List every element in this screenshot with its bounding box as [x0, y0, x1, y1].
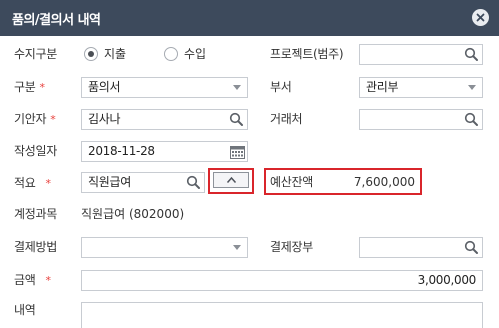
required-mark: *: [45, 177, 51, 190]
department-select[interactable]: 관리부: [359, 77, 483, 98]
radio-income-label: 수입: [184, 47, 207, 61]
account-label: 계정과목: [14, 207, 57, 221]
chevron-down-icon: [233, 245, 241, 250]
project-label: 프로젝트(범주): [270, 47, 344, 61]
dialog-title: 품의/결의서 내역: [12, 13, 101, 28]
radio-expense-label: 지출: [104, 47, 127, 61]
amount-label: 금액 *: [14, 270, 51, 290]
chevron-down-icon: [233, 85, 241, 90]
summary-label: 적요 *: [14, 173, 51, 193]
details-label: 내역: [14, 303, 36, 317]
search-icon[interactable]: [186, 175, 201, 190]
summary-field[interactable]: 직원급여: [81, 172, 205, 193]
department-label: 부서: [270, 80, 292, 94]
payment-method-label: 결제방법: [14, 240, 57, 254]
required-mark: *: [45, 274, 51, 287]
search-icon[interactable]: [464, 240, 479, 255]
date-field[interactable]: 2018-11-28: [81, 141, 248, 162]
category-label-text: 구분: [14, 80, 36, 94]
required-mark: *: [39, 81, 45, 94]
vendor-field[interactable]: [359, 109, 483, 130]
category-value: 품의서: [88, 80, 121, 94]
payment-ledger-field[interactable]: [359, 237, 483, 258]
amount-value: 3,000,000: [417, 273, 477, 287]
radio-expense[interactable]: [84, 47, 98, 61]
details-textarea[interactable]: [81, 302, 483, 328]
calendar-icon[interactable]: [230, 145, 245, 160]
category-select[interactable]: 품의서: [81, 77, 248, 98]
department-value: 관리부: [366, 80, 399, 94]
radio-income[interactable]: [164, 47, 178, 61]
payment-method-select[interactable]: [81, 237, 248, 258]
chevron-up-icon: [226, 176, 237, 183]
project-field[interactable]: [359, 44, 483, 65]
search-icon[interactable]: [229, 112, 244, 127]
amount-field[interactable]: 3,000,000: [81, 270, 483, 291]
amount-label-text: 금액: [14, 273, 36, 287]
dialog-titlebar: 품의/결의서 내역: [0, 0, 499, 36]
account-value: 직원급여 (802000): [81, 207, 185, 221]
drafter-value: 김사나: [88, 112, 121, 126]
date-label: 작성일자: [14, 144, 57, 158]
date-value: 2018-11-28: [88, 144, 155, 158]
drafter-label: 기안자 *: [14, 109, 56, 129]
vendor-label: 거래처: [270, 112, 303, 126]
search-icon[interactable]: [464, 112, 479, 127]
search-icon[interactable]: [464, 47, 479, 62]
category-label: 구분 *: [14, 77, 45, 97]
summary-value: 직원급여: [88, 175, 131, 189]
required-mark: *: [50, 113, 56, 126]
budget-value: 7,600,000: [353, 175, 415, 189]
budget-label: 예산잔액: [270, 175, 313, 189]
income-expense-label: 수지구분: [14, 47, 57, 61]
close-icon[interactable]: [472, 9, 489, 26]
chevron-down-icon: [468, 85, 476, 90]
drafter-field[interactable]: 김사나: [81, 109, 248, 130]
summary-label-text: 적요: [14, 176, 36, 190]
payment-ledger-label: 결제장부: [270, 240, 313, 254]
drafter-label-text: 기안자: [14, 112, 47, 126]
expand-up-button[interactable]: [213, 172, 249, 188]
